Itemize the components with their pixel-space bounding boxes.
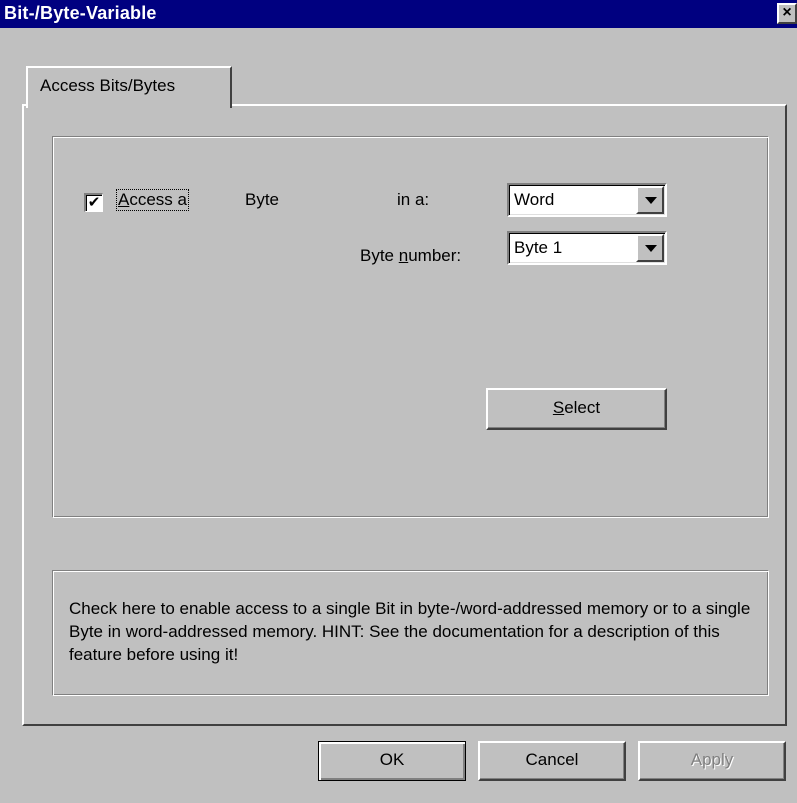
select-button[interactable]: Select: [486, 388, 667, 430]
close-icon: ×: [782, 4, 792, 21]
checkmark-icon: ✔: [87, 194, 101, 211]
access-checkbox-label[interactable]: Access a: [116, 189, 189, 211]
tab-label: Access Bits/Bytes: [40, 76, 176, 95]
container-type-select[interactable]: Word: [507, 183, 667, 217]
ok-button[interactable]: OK: [318, 741, 466, 781]
hint-text: Check here to enable access to a single …: [69, 599, 751, 664]
chevron-down-icon[interactable]: [636, 186, 664, 214]
in-a-label: in a:: [397, 190, 430, 209]
byte-number-label: Byte number:: [360, 246, 462, 265]
access-unit-label: Byte: [245, 190, 280, 209]
access-checkbox[interactable]: ✔: [84, 193, 103, 212]
byte-number-select[interactable]: Byte 1: [507, 231, 667, 265]
title-bar: Bit-/Byte-Variable ×: [0, 0, 797, 28]
cancel-button[interactable]: Cancel: [478, 741, 626, 781]
chevron-down-icon[interactable]: [636, 234, 664, 262]
byte-number-value: Byte 1: [514, 238, 563, 257]
container-type-value: Word: [514, 190, 555, 209]
close-button[interactable]: ×: [777, 3, 797, 24]
window-title: Bit-/Byte-Variable: [4, 3, 157, 23]
tab-access-bits-bytes[interactable]: Access Bits/Bytes: [26, 66, 232, 108]
apply-button[interactable]: Apply: [638, 741, 786, 781]
